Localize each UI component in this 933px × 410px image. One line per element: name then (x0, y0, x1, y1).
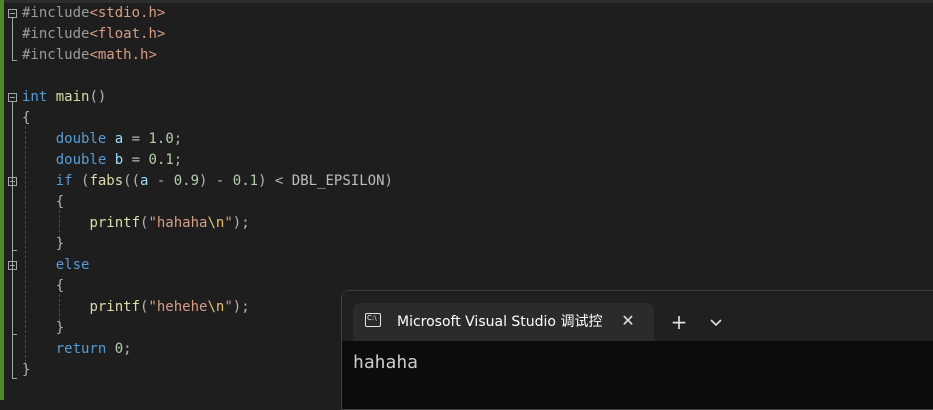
code-token: double (55, 152, 107, 168)
code-line[interactable]: #include<float.h> (22, 24, 165, 45)
code-token: fabs (89, 173, 124, 189)
code-token: ; (173, 131, 183, 147)
code-token: <float.h> (89, 26, 166, 42)
fold-line-end (12, 334, 17, 335)
fold-line-end (12, 60, 17, 61)
code-line[interactable]: return 0; (22, 339, 132, 360)
code-line[interactable]: printf("hahaha\n"); (22, 213, 250, 234)
code-token: ); (232, 215, 250, 231)
code-token: \n (207, 215, 225, 231)
code-token: 1.0 (148, 131, 174, 147)
code-token: ; (123, 341, 132, 357)
code-token: #include (22, 26, 90, 42)
new-tab-button[interactable]: + (667, 310, 691, 334)
code-line[interactable]: { (22, 276, 64, 297)
code-token: { (22, 110, 31, 126)
code-token: \n (207, 299, 225, 315)
code-token: = (123, 152, 149, 168)
code-token: } (22, 320, 65, 336)
code-token: ) (384, 173, 393, 189)
code-line[interactable]: { (22, 192, 64, 213)
code-token: printf (89, 299, 141, 315)
code-token: printf (89, 215, 141, 231)
code-token: "hehehe (148, 299, 208, 315)
code-token: if (55, 173, 73, 189)
code-token: a (114, 131, 124, 147)
fold-collapse-icon[interactable] (8, 93, 17, 102)
fold-line-end (12, 250, 17, 251)
code-token: } (22, 362, 31, 378)
code-token: - (148, 173, 174, 189)
code-line[interactable]: #include<math.h> (22, 45, 157, 66)
code-line[interactable]: } (22, 318, 64, 339)
code-line[interactable]: #include<stdio.h> (22, 3, 165, 24)
debug-console-window[interactable]: C:\ Microsoft Visual Studio 调试控制台 ✕ + ha… (341, 290, 933, 410)
code-token: return (55, 341, 107, 357)
code-token: <math.h> (89, 47, 157, 63)
code-token: else (55, 257, 90, 273)
code-line[interactable]: } (22, 360, 30, 381)
code-token: "hahaha (148, 215, 208, 231)
chevron-down-icon[interactable] (704, 310, 728, 334)
code-token: int (22, 89, 48, 105)
fold-line (12, 102, 13, 378)
fold-collapse-icon[interactable] (8, 261, 17, 270)
code-line[interactable]: double b = 0.1; (22, 150, 182, 171)
change-margin (0, 0, 4, 400)
code-token: () (89, 89, 107, 105)
code-token: } (22, 236, 65, 252)
code-token: " (224, 215, 233, 231)
code-line[interactable]: else (22, 255, 90, 276)
code-token: double (55, 131, 107, 147)
fold-collapse-icon[interactable] (8, 9, 17, 18)
code-token: ; (173, 152, 183, 168)
code-token: " (224, 299, 233, 315)
console-tab[interactable]: C:\ Microsoft Visual Studio 调试控制台 ✕ (353, 303, 654, 341)
code-token: ( (72, 173, 90, 189)
code-token: <stdio.h> (89, 5, 166, 21)
fold-line-end (12, 378, 17, 379)
code-token: { (22, 278, 65, 294)
console-titlebar[interactable]: C:\ Microsoft Visual Studio 调试控制台 ✕ + (342, 291, 933, 341)
code-token: 0.1 (148, 152, 174, 168)
code-token: ) - (199, 173, 233, 189)
code-token: #include (22, 5, 90, 21)
code-line[interactable]: printf("hehehe\n"); (22, 297, 250, 318)
close-tab-icon[interactable]: ✕ (617, 310, 639, 332)
console-output: hahaha (353, 352, 419, 373)
code-token: (( (123, 173, 141, 189)
console-tab-title: Microsoft Visual Studio 调试控制台 (397, 314, 602, 330)
fold-collapse-icon[interactable] (8, 177, 17, 186)
code-token: b (114, 152, 124, 168)
code-token: DBL_EPSILON (291, 173, 385, 189)
code-token: #include (22, 47, 90, 63)
code-token: ); (232, 299, 250, 315)
code-token: 0.9 (173, 173, 200, 189)
code-token: { (22, 194, 65, 210)
code-token: ) < (258, 173, 292, 189)
console-icon: C:\ (365, 313, 381, 327)
code-token: 0.1 (232, 173, 259, 189)
code-token: main (55, 89, 90, 105)
code-line[interactable]: if (fabs((a - 0.9) - 0.1) < DBL_EPSILON) (22, 171, 393, 192)
fold-line (12, 18, 13, 60)
code-line[interactable]: } (22, 234, 64, 255)
code-line[interactable]: int main() (22, 87, 106, 108)
code-line[interactable]: { (22, 108, 30, 129)
code-line[interactable]: double a = 1.0; (22, 129, 182, 150)
code-token: = (123, 131, 149, 147)
code-token: 0 (114, 341, 124, 357)
